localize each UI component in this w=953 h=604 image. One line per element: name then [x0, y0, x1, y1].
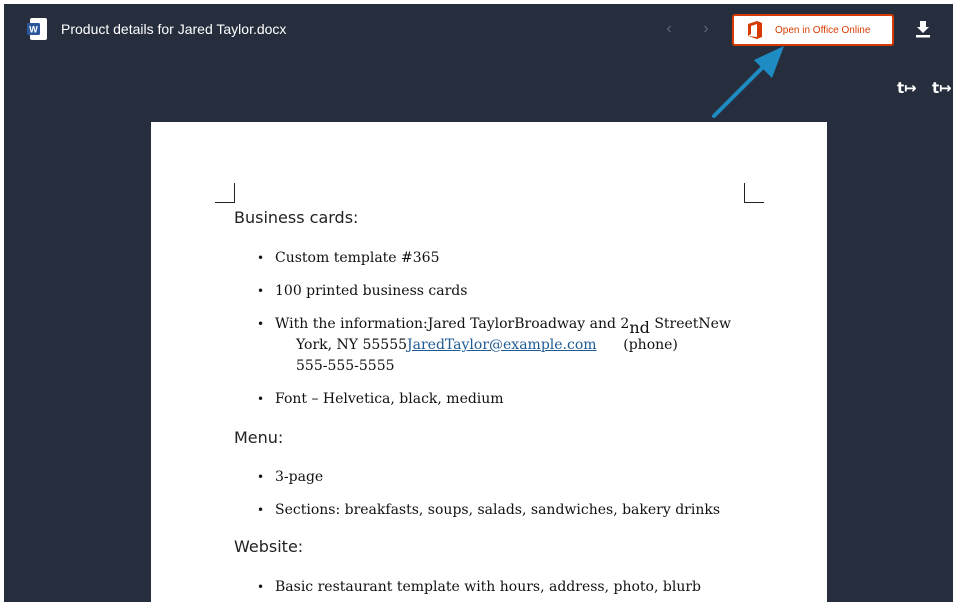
download-icon[interactable]: [913, 19, 933, 39]
word-document-icon: W: [27, 18, 47, 40]
document-viewer: W Product details for Jared Taylor.docx …: [4, 4, 953, 602]
list-item: Custom template #365: [255, 248, 731, 269]
email-link[interactable]: JaredTaylor@example.com: [407, 337, 597, 353]
list-item: Basic restaurant template with hours, ad…: [255, 577, 701, 598]
list-menu: 3-page Sections: breakfasts, soups, sala…: [255, 467, 720, 521]
list-item: 100 printed business cards: [255, 281, 731, 302]
svg-text:W: W: [29, 25, 38, 35]
document-page: Business cards: Custom template #365 100…: [151, 122, 827, 602]
file-title: Product details for Jared Taylor.docx: [61, 21, 287, 37]
list-website: Basic restaurant template with hours, ad…: [255, 577, 701, 598]
heading-menu: Menu:: [234, 428, 284, 447]
chevron-left-icon: ‹: [666, 20, 672, 37]
share-out-icon[interactable]: t↦: [932, 77, 953, 99]
heading-website: Website:: [234, 537, 304, 556]
list-item: Sections: breakfasts, soups, salads, san…: [255, 500, 720, 521]
previous-button[interactable]: ‹: [659, 18, 679, 40]
list-item: With the information:Jared TaylorBroadwa…: [255, 314, 731, 377]
open-in-office-online-label: Open in Office Online: [775, 24, 871, 36]
page-margin-mark-right: [744, 183, 764, 203]
list-business-cards: Custom template #365 100 printed busines…: [255, 248, 731, 410]
list-item: 3-page: [255, 467, 720, 488]
office-logo-icon: [748, 21, 762, 39]
top-bar: W Product details for Jared Taylor.docx …: [4, 4, 953, 54]
pointer-arrow-icon: [712, 46, 784, 118]
share-icon[interactable]: t↦: [897, 77, 919, 99]
next-button[interactable]: ›: [696, 18, 716, 40]
page-margin-mark-left: [215, 183, 235, 203]
heading-business-cards: Business cards:: [234, 208, 359, 227]
chevron-right-icon: ›: [703, 20, 709, 37]
list-item: Font – Helvetica, black, medium: [255, 389, 731, 410]
